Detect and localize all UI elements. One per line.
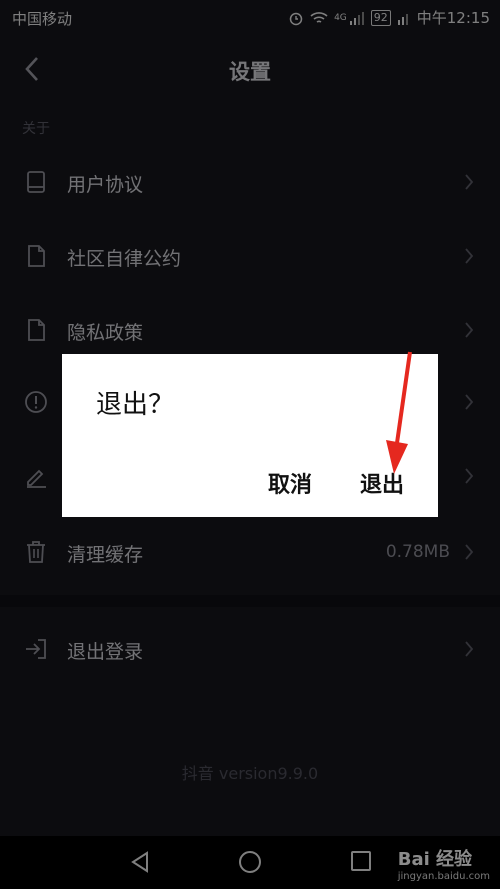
settings-screen: 中国移动 4G 92 中午12:15 设置 关于 用户协议 社区自律公约 隐私政… — [0, 0, 500, 889]
annotation-arrow-icon — [386, 351, 412, 474]
cancel-button[interactable]: 取消 — [268, 467, 312, 499]
dialog-question: 退出？ — [96, 390, 175, 420]
